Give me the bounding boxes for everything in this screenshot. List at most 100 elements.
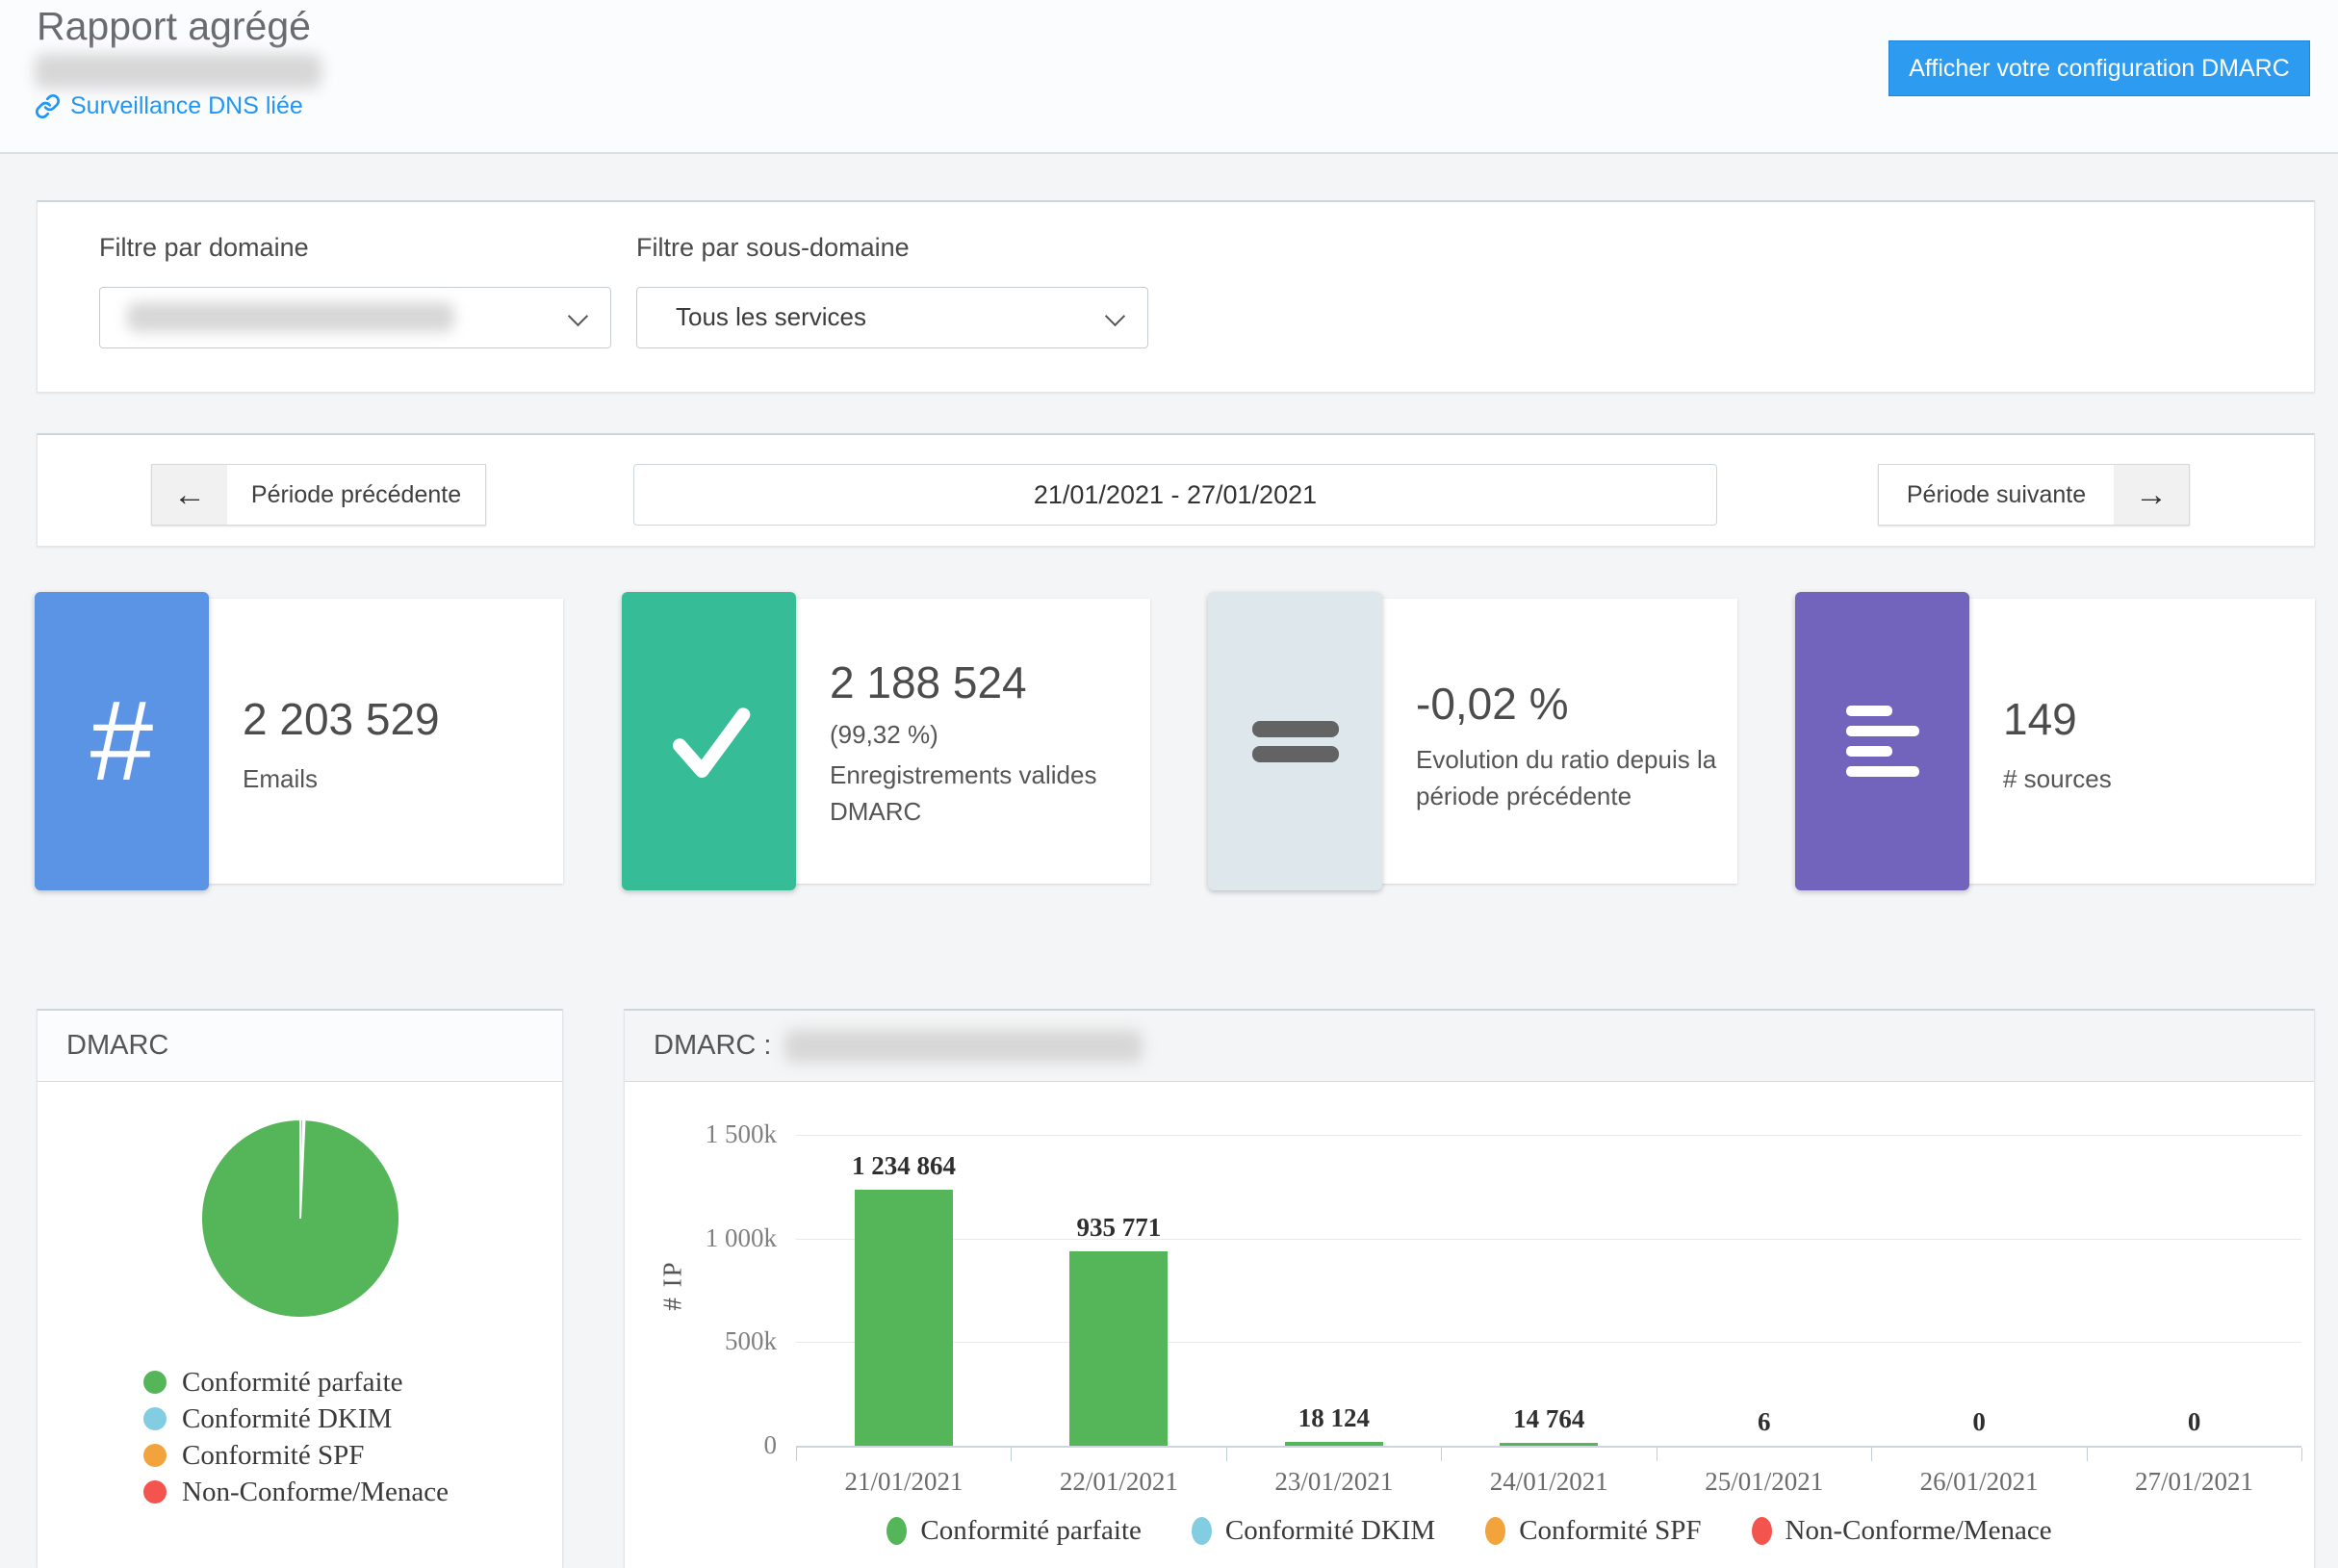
bar[interactable] (1285, 1442, 1383, 1446)
bar-card-title: DMARC : (654, 1030, 771, 1062)
bar-chart-body: # IP Conformité parfaiteConformité DKIMC… (625, 1082, 2314, 1568)
check-icon (622, 592, 796, 890)
redacted-domain-value (127, 302, 454, 332)
x-axis-tick (2301, 1448, 2302, 1461)
x-axis-label: 23/01/2021 (1226, 1467, 1442, 1497)
x-axis-tick (1226, 1448, 1227, 1461)
bar[interactable] (1069, 1251, 1168, 1446)
legend-item[interactable]: Conformité SPF (143, 1437, 449, 1474)
legend-label: Conformité SPF (1519, 1515, 1701, 1547)
bar[interactable] (855, 1190, 953, 1446)
y-tick-label: 1 500k (625, 1119, 777, 1149)
previous-period-label: Période précédente (227, 465, 485, 525)
subdomain-filter-select[interactable]: Tous les services (636, 287, 1148, 348)
legend-label: Non-Conforme/Menace (182, 1477, 449, 1508)
chevron-down-icon (568, 306, 588, 326)
legend-item[interactable]: Conformité SPF (1485, 1515, 1701, 1547)
x-axis-tick (2087, 1448, 2088, 1461)
page-title: Rapport agrégé (37, 4, 311, 49)
legend-label: Conformité SPF (182, 1440, 364, 1472)
x-axis-label: 26/01/2021 (1871, 1467, 2087, 1497)
subdomain-filter-label: Filtre par sous-domaine (636, 233, 910, 263)
legend-label: Conformité DKIM (1225, 1515, 1435, 1547)
x-axis-tick (796, 1448, 797, 1461)
domain-filter-label: Filtre par domaine (99, 233, 309, 263)
legend-item[interactable]: Conformité DKIM (143, 1401, 449, 1437)
pie-legend: Conformité parfaiteConformité DKIMConfor… (143, 1364, 449, 1510)
x-axis-tick (1441, 1448, 1442, 1461)
legend-item[interactable]: Conformité parfaite (143, 1364, 449, 1401)
emails-count: 2 203 529 (243, 693, 440, 745)
previous-period-button[interactable]: ← Période précédente (151, 464, 486, 526)
legend-label: Conformité parfaite (920, 1515, 1142, 1547)
domain-filter-select[interactable] (99, 287, 611, 348)
legend-swatch (1485, 1517, 1505, 1545)
ratio-evolution-value: -0,02 % (1416, 678, 1569, 730)
y-tick-label: 0 (625, 1430, 777, 1460)
arrow-left-icon: ← (152, 465, 227, 525)
gridline (796, 1342, 2301, 1343)
redacted-domain-title (784, 1030, 1143, 1063)
next-period-button[interactable]: Période suivante → (1878, 464, 2190, 526)
dns-monitoring-link[interactable]: Surveillance DNS liée (35, 92, 303, 120)
pie-card-header: DMARC (38, 1011, 562, 1082)
pie-chart-body: Conformité parfaiteConformité DKIMConfor… (38, 1082, 562, 1568)
valid-dmarc-label: Enregistrements valides DMARC (830, 757, 1096, 830)
date-range-picker[interactable]: 21/01/2021 - 27/01/2021 (633, 464, 1717, 526)
x-axis-label: 24/01/2021 (1441, 1467, 1657, 1497)
ratio-evolution-label: Evolution du ratio depuis la période pré… (1416, 741, 1716, 814)
emails-label: Emails (243, 760, 318, 797)
bar-value-label: 14 764 (1441, 1404, 1657, 1434)
legend-swatch (143, 1444, 167, 1467)
bar-card-header: DMARC : (625, 1011, 2314, 1082)
bar[interactable] (1500, 1443, 1598, 1446)
bar-legend: Conformité parfaite Conformité DKIM Confor… (625, 1515, 2314, 1547)
x-axis-label: 21/01/2021 (796, 1467, 1012, 1497)
pie-slice[interactable] (201, 1119, 399, 1318)
legend-swatch (143, 1407, 167, 1430)
y-tick-label: 500k (625, 1326, 777, 1356)
dmarc-aggregate-report-page: Rapport agrégé Surveillance DNS liée Aff… (0, 0, 2338, 1568)
x-axis-tick (1011, 1448, 1012, 1461)
pie-card-title: DMARC (66, 1030, 168, 1062)
x-axis-label: 27/01/2021 (2087, 1467, 2302, 1497)
bar-value-label: 1 234 864 (796, 1151, 1012, 1181)
dmarc-bar-card: DMARC : # IP Conformité parfaiteConformi… (624, 1009, 2315, 1568)
stat-card-emails: # 2 203 529 Emails (37, 599, 563, 884)
arrow-right-icon: → (2114, 465, 2189, 525)
link-icon (35, 93, 61, 119)
legend-swatch (143, 1480, 167, 1504)
bar-value-label: 935 771 (1011, 1213, 1226, 1243)
y-tick-label: 1 000k (625, 1223, 777, 1253)
y-axis-title: # IP (658, 1247, 688, 1324)
hash-icon: # (35, 592, 209, 890)
redacted-domain-subtitle (35, 54, 321, 89)
x-axis-label: 22/01/2021 (1011, 1467, 1226, 1497)
legend-item[interactable]: Conformité parfaite (886, 1515, 1142, 1547)
bar-value-label: 18 124 (1226, 1403, 1442, 1433)
legend-swatch (143, 1371, 167, 1394)
legend-item[interactable]: Non-Conforme/Menace (1752, 1515, 2052, 1547)
sources-label: # sources (2003, 760, 2112, 797)
chevron-down-icon (1105, 306, 1125, 326)
gridline (796, 1135, 2301, 1136)
bar-value-label: 0 (1871, 1407, 2087, 1437)
dmarc-pie-card: DMARC Conformité parfaiteConformité DKIM… (37, 1009, 563, 1568)
stat-card-ratio-evolution: -0,02 % Evolution du ratio depuis la pér… (1210, 599, 1737, 884)
sources-count: 149 (2003, 693, 2077, 745)
valid-dmarc-count: 2 188 524 (830, 656, 1027, 708)
show-dmarc-config-button[interactable]: Afficher votre configuration DMARC (1888, 40, 2310, 96)
legend-item[interactable]: Conformité DKIM (1192, 1515, 1435, 1547)
x-axis-tick (1871, 1448, 1872, 1461)
legend-label: Conformité parfaite (182, 1367, 403, 1399)
dns-link-label: Surveillance DNS liée (70, 92, 303, 120)
legend-item[interactable]: Non-Conforme/Menace (143, 1474, 449, 1510)
valid-dmarc-percent: (99,32 %) (830, 720, 938, 750)
x-axis-line (796, 1446, 2301, 1448)
list-lines-icon (1795, 592, 1969, 890)
legend-swatch (1192, 1517, 1212, 1545)
stat-card-sources: 149 # sources (1797, 599, 2315, 884)
period-navigation-card: ← Période précédente 21/01/2021 - 27/01/… (37, 433, 2315, 547)
pie-chart[interactable] (38, 1082, 564, 1351)
equals-icon (1208, 592, 1382, 890)
